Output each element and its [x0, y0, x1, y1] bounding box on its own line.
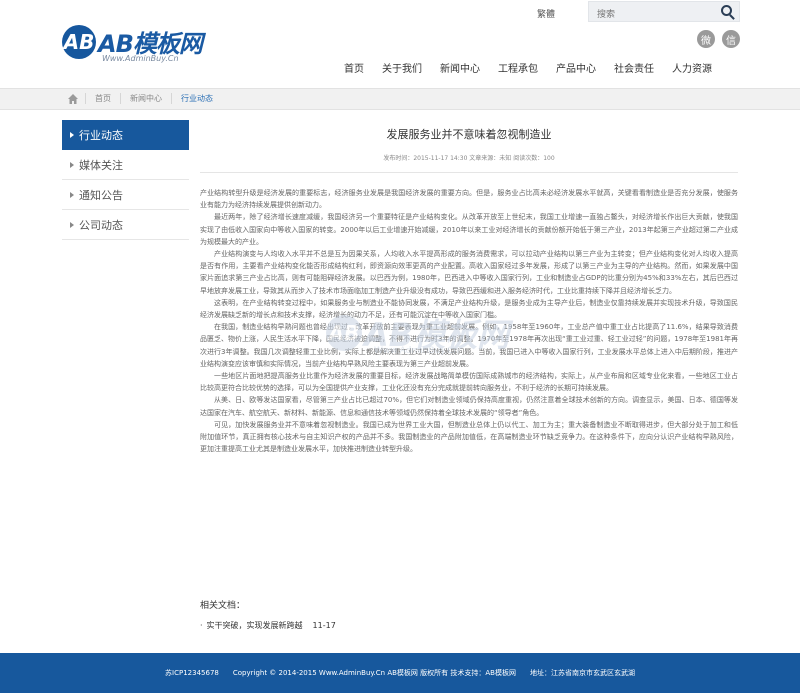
breadcrumb-current[interactable]: 行业动态: [171, 93, 222, 104]
article-body: 产业结构转型升级是经济发展的重要标志，经济服务业发展是我国经济发展的重要方向。但…: [200, 187, 738, 607]
footer-copyright: Copyright © 2014-2015 Www.AdminBuy.Cn AB…: [232, 669, 516, 677]
article-paragraph: 产业结构转型升级是经济发展的重要标志，经济服务业发展是我国经济发展的重要方向。但…: [200, 189, 738, 210]
arrow-right-icon: [70, 221, 74, 228]
nav-products[interactable]: 产品中心: [547, 60, 605, 77]
breadcrumb-home[interactable]: 首页: [85, 93, 120, 104]
main-nav: 首页 关于我们 新闻中心 工程承包 产品中心 社会责任 人力资源: [335, 60, 721, 77]
nav-engineering[interactable]: 工程承包: [489, 60, 547, 77]
search-box: [588, 1, 740, 25]
related-documents: 相关文档： · 实干突破，实现发展新跨越 11-17: [200, 598, 738, 631]
article: 发展服务业并不意味着忽视制造业 发布时间：2015-11-17 14:30 文章…: [200, 120, 738, 607]
search-icon[interactable]: [721, 5, 732, 16]
nav-about[interactable]: 关于我们: [373, 60, 431, 77]
sidebar-item-label: 行业动态: [79, 128, 123, 142]
logo-subtitle: Www.AdminBuy.Cn: [102, 54, 179, 63]
related-item-date: 11-17: [312, 621, 336, 630]
arrow-right-icon: [70, 161, 74, 168]
nav-social-responsibility[interactable]: 社会责任: [605, 60, 663, 77]
site-header: AB AB模板网 Www.AdminBuy.Cn 繁體 微 信 首页 关于我们 …: [0, 0, 800, 88]
nav-hr[interactable]: 人力资源: [663, 60, 721, 77]
divider: [200, 172, 738, 173]
weibo-icon[interactable]: 微: [697, 30, 715, 48]
sidebar-item-label: 公司动态: [79, 218, 123, 232]
article-paragraph: 一些地区片面地把提高服务业比重作为经济发展的重要目标，经济发展战略简单模仿国际成…: [200, 372, 738, 393]
site-footer: 苏ICP12345678 Copyright © 2014-2015 Www.A…: [0, 653, 800, 693]
home-icon[interactable]: [67, 93, 79, 105]
bullet: ·: [200, 621, 203, 630]
breadcrumb: 首页 新闻中心 行业动态: [85, 93, 222, 104]
sidebar-item-industry-news[interactable]: 行业动态: [62, 120, 189, 150]
article-paragraph: 可见，加快发展服务业并不意味着忽视制造业。我国已成为世界工业大国，但制造业总体上…: [200, 420, 738, 454]
sidebar-item-label: 通知公告: [79, 188, 123, 202]
search-input[interactable]: [589, 5, 709, 25]
site-logo[interactable]: AB AB模板网 Www.AdminBuy.Cn: [62, 24, 203, 63]
article-meta: 发布时间：2015-11-17 14:30 文章来源：未知 阅读次数：100: [383, 155, 555, 162]
nav-home[interactable]: 首页: [335, 60, 373, 77]
sidebar-item-notices[interactable]: 通知公告: [62, 180, 189, 210]
arrow-right-icon: [70, 191, 74, 198]
watermark-mark: AB: [326, 315, 362, 351]
breadcrumb-bar: 首页 新闻中心 行业动态: [0, 88, 800, 110]
related-title: 相关文档：: [200, 601, 246, 611]
sidebar-item-company-news[interactable]: 公司动态: [62, 210, 189, 240]
arrow-right-icon: [70, 131, 74, 138]
article-paragraph: 最近两年，除了经济增长速度减缓，我国经济另一个重要特征是产业结构变化。从改革开放…: [200, 213, 738, 246]
sidebar: 行业动态 媒体关注 通知公告 公司动态: [62, 120, 189, 240]
breadcrumb-news[interactable]: 新闻中心: [120, 93, 171, 104]
watermark-subtitle: Www.AdminBuy.Cn: [374, 346, 460, 356]
article-paragraph: 产业结构演变与人均收入水平并不总是互为因果关系，人均收入水平提高形成的服务消费需…: [200, 250, 738, 295]
nav-news[interactable]: 新闻中心: [431, 60, 489, 77]
article-paragraph: 从美、日、欧等发达国家看，尽管第三产业占比已超过70%，但它们对制造业领域仍保持…: [200, 396, 738, 417]
logo-mark: AB: [62, 24, 96, 59]
wechat-icon[interactable]: 信: [722, 30, 740, 48]
language-switch[interactable]: 繁體: [537, 7, 555, 20]
sidebar-item-label: 媒体关注: [79, 158, 123, 172]
watermark-logo: AB AB模板网 Www.AdminBuy.Cn: [326, 310, 509, 356]
article-title: 发展服务业并不意味着忽视制造业: [386, 128, 552, 141]
related-item-link[interactable]: 实干突破，实现发展新跨越: [207, 621, 303, 630]
related-item[interactable]: · 实干突破，实现发展新跨越 11-17: [200, 620, 738, 631]
footer-address: 地址：江苏省南京市玄武区玄武湖: [529, 669, 635, 677]
footer-icp[interactable]: 苏ICP12345678: [165, 668, 219, 678]
sidebar-item-media[interactable]: 媒体关注: [62, 150, 189, 180]
